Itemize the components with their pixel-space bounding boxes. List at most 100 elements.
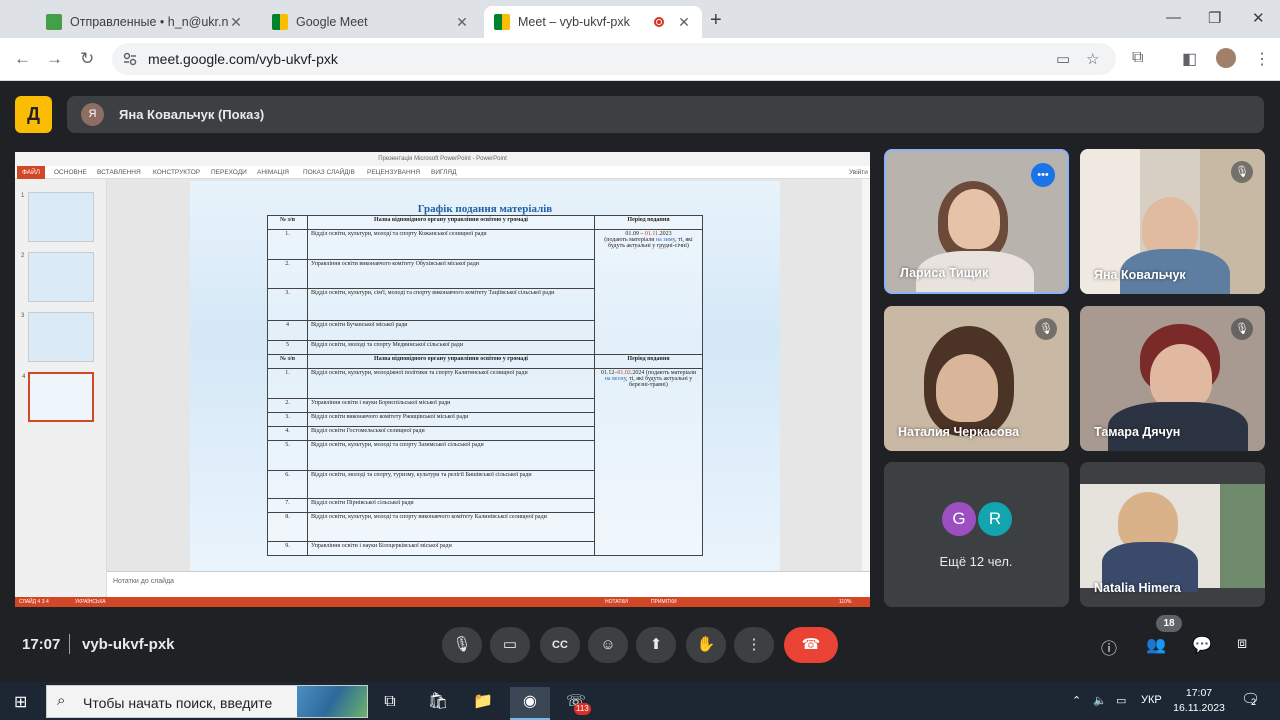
row-num: 6. <box>267 470 308 499</box>
participant-name: Яна Ковальчук <box>1094 268 1186 282</box>
people-icon[interactable]: 👥 <box>1146 635 1166 655</box>
row-num: 9. <box>267 541 308 556</box>
ppt-signin: Увійти <box>849 169 868 176</box>
present-button[interactable]: ⬆ <box>636 627 676 663</box>
participant-tile[interactable]: ••• Лариса Тищик <box>884 149 1069 294</box>
row-num: 1. <box>267 229 308 260</box>
slide-thumbnail: 3 <box>21 312 94 362</box>
row-name: Відділ освіти виконавчого комітету Ржищі… <box>307 412 595 427</box>
menu-kebab-icon[interactable]: ⋮ <box>1254 49 1270 69</box>
tray-chevron-icon[interactable]: ⌃ <box>1072 694 1081 707</box>
microphone-button[interactable]: 🎙 <box>442 627 482 663</box>
participant-tile[interactable]: 🎙 Тамара Дячун <box>1080 306 1265 451</box>
participant-tile[interactable]: 🎙 Яна Ковальчук <box>1080 149 1265 294</box>
notifications-icon[interactable]: 🗨 2 <box>1241 690 1260 708</box>
camera-icon: ▭ <box>502 636 518 653</box>
task-view-icon[interactable]: ⧉ <box>370 687 410 720</box>
chat-icon[interactable]: 💬 <box>1192 635 1212 655</box>
camera-permission-icon[interactable]: ▭ <box>1056 50 1070 68</box>
recording-icon <box>654 17 664 27</box>
volume-icon[interactable]: 🔈 <box>1093 694 1107 707</box>
reload-icon[interactable]: ↻ <box>80 49 94 69</box>
row-num: 4 <box>267 320 308 341</box>
reactions-button[interactable]: ☺ <box>588 627 628 663</box>
ppt-window-title: Презентація Microsoft PowerPoint - Power… <box>15 152 870 166</box>
header-period: Період подання <box>594 354 703 369</box>
meet-logo: Д <box>15 96 52 133</box>
language-indicator[interactable]: УКР <box>1141 694 1162 706</box>
row-name: Відділ освіти Бучанської міської ради <box>307 320 595 341</box>
close-icon[interactable]: ✕ <box>454 14 470 31</box>
address-bar[interactable]: meet.google.com/vyb-ukvf-pxk ▭ ☆ <box>112 43 1116 75</box>
row-num: 3. <box>267 412 308 427</box>
ribbon-tab: КОНСТРУКТОР <box>153 169 201 176</box>
header-name: Назва відповідного органу управління осв… <box>307 215 595 230</box>
store-icon[interactable]: 🛍 <box>418 687 458 720</box>
camera-button[interactable]: ▭ <box>490 627 530 663</box>
row-num: 7. <box>267 498 308 513</box>
participant-count-badge: 18 <box>1156 615 1182 632</box>
tab-google-meet[interactable]: Google Meet ✕ <box>262 6 480 38</box>
phone-hangup-icon: ☎ <box>801 636 821 653</box>
ribbon-tab: АНІМАЦІЯ <box>257 169 289 176</box>
more-options-button[interactable]: ⋮ <box>734 627 774 663</box>
file-explorer-icon[interactable]: 📁 <box>463 687 503 720</box>
video-face <box>948 189 1000 249</box>
notification-count: 2 <box>1251 697 1257 707</box>
forward-icon[interactable]: → <box>46 49 63 69</box>
row-name: Відділ освіти, культури, молоді та спорт… <box>307 512 595 542</box>
video-frame <box>1080 484 1265 592</box>
ribbon-tab: ВСТАВЛЕННЯ <box>97 169 141 176</box>
browser-tabbar: Отправленные • h_n@ukr.net ✕ Google Meet… <box>0 0 1280 38</box>
participant-tile[interactable]: 🎙 Наталия Черкасова <box>884 306 1069 451</box>
row-name: Управління освіти виконавчого комітету О… <box>307 259 595 289</box>
presenter-avatar: Я <box>81 103 104 126</box>
speaking-indicator-icon: ••• <box>1031 163 1055 187</box>
row-num: 1. <box>267 368 308 399</box>
close-icon[interactable]: ✕ <box>228 14 244 31</box>
search-placeholder: Чтобы начать поиск, введите <box>83 695 273 711</box>
captions-button[interactable]: CC <box>540 627 580 663</box>
header-period: Період подання <box>594 215 703 230</box>
row-name: Відділ освіти, культури, сім'ї, молоді т… <box>307 288 595 321</box>
tab-meet-call[interactable]: Meet – vyb-ukvf-pxk ✕ <box>484 6 702 38</box>
divider <box>69 634 70 654</box>
close-window-icon[interactable]: ✕ <box>1252 9 1265 27</box>
schedule-table: № з/п Назва відповідного органу управлін… <box>267 215 703 556</box>
close-icon[interactable]: ✕ <box>676 14 692 31</box>
extensions-icon[interactable]: ⧉ <box>1132 49 1143 67</box>
present-screen-icon: ⬆ <box>649 636 663 653</box>
period-cell: 01.12–01.02.2024 (подають матеріали на в… <box>594 368 703 556</box>
shared-screen: Презентація Microsoft PowerPoint - Power… <box>15 152 870 607</box>
windows-start-icon[interactable]: ⊞ <box>14 692 27 712</box>
side-panel-icon[interactable]: ◧ <box>1182 49 1197 69</box>
more-participants-label: Ещё 12 чел. <box>939 554 1013 569</box>
activities-icon[interactable]: ⧈ <box>1237 635 1247 653</box>
network-icon[interactable]: ▭ <box>1116 694 1126 707</box>
bookmark-star-icon[interactable]: ☆ <box>1086 50 1099 68</box>
minimize-icon[interactable]: — <box>1166 9 1181 26</box>
row-num: 2. <box>267 398 308 413</box>
row-name: Відділ освіти, молоді та спорту, туризму… <box>307 470 595 499</box>
notes-pane: Нотатки до слайда <box>107 571 870 597</box>
participant-tile[interactable]: Natalia Himera <box>1080 462 1265 607</box>
raise-hand-button[interactable]: ✋ <box>686 627 726 663</box>
site-info-icon[interactable] <box>122 51 138 67</box>
profile-avatar[interactable] <box>1216 48 1236 68</box>
taskbar-search[interactable]: ⌕ Чтобы начать поиск, введите <box>46 685 368 718</box>
back-icon[interactable]: ← <box>14 49 31 69</box>
chrome-icon[interactable]: ◉ <box>510 687 550 720</box>
new-tab-button[interactable]: + <box>710 9 722 32</box>
restore-icon[interactable]: ❐ <box>1208 9 1221 27</box>
taskbar-clock[interactable]: 17:07 16.11.2023 <box>1172 686 1226 716</box>
tab-mail[interactable]: Отправленные • h_n@ukr.net ✕ <box>36 6 254 38</box>
row-num: 2. <box>267 259 308 289</box>
meeting-info-icon[interactable]: ⓘ <box>1101 635 1117 659</box>
more-participants-tile[interactable]: G R Ещё 12 чел. <box>884 462 1069 607</box>
row-name: Відділ освіти, молоді та спорту Медвинсь… <box>307 340 595 355</box>
viber-icon[interactable]: ☏ 113 <box>556 687 596 720</box>
participant-name: Лариса Тищик <box>900 266 989 280</box>
ribbon-tab: ВИГЛЯД <box>431 169 457 176</box>
end-call-button[interactable]: ☎ <box>784 627 838 663</box>
hand-icon: ✋ <box>696 636 716 653</box>
